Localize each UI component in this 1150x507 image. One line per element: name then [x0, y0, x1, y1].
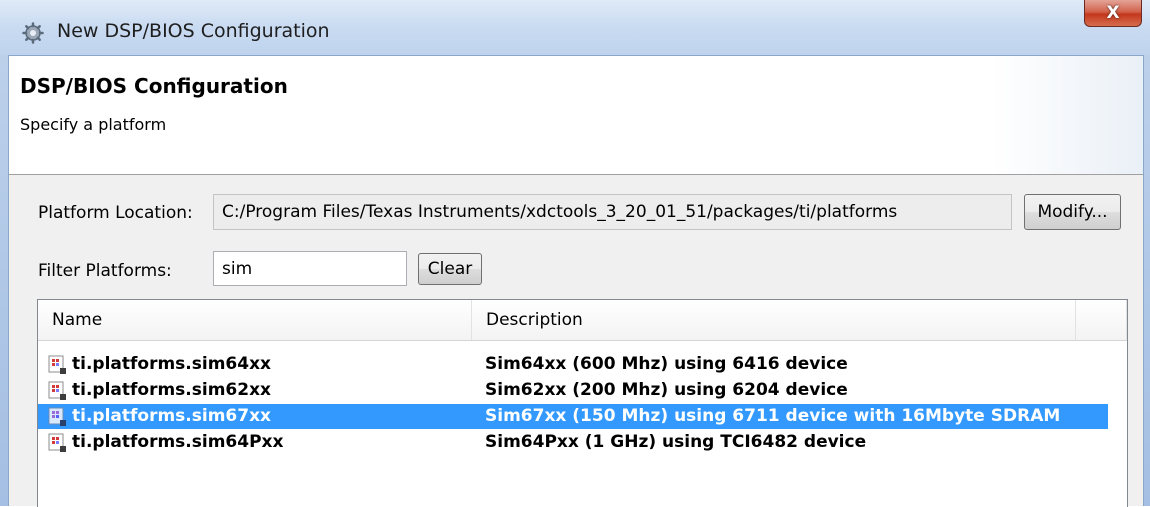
table-row[interactable]: ti.platforms.sim64Pxx Sim64Pxx (1 GHz) u…: [38, 430, 1108, 455]
close-icon: X: [1106, 3, 1120, 23]
close-button[interactable]: X: [1084, 0, 1142, 27]
platform-location-field: C:/Program Files/Texas Instruments/xdcto…: [213, 194, 1012, 230]
dialog-client-area: DSP/BIOS Configuration Specify a platfor…: [8, 55, 1144, 507]
row-description: Sim64xx (600 Mhz) using 6416 device: [485, 354, 848, 374]
row-description: Sim64Pxx (1 GHz) using TCI6482 device: [485, 432, 867, 452]
row-description: Sim67xx (150 Mhz) using 6711 device with…: [485, 406, 1061, 426]
window-title: New DSP/BIOS Configuration: [57, 20, 330, 42]
platform-icon: [48, 381, 66, 400]
row-name: ti.platforms.sim64xx: [72, 354, 272, 374]
platform-icon: [48, 433, 66, 452]
row-name: ti.platforms.sim62xx: [72, 380, 272, 400]
table-row-selected[interactable]: ti.platforms.sim67xx Sim67xx (150 Mhz) u…: [38, 404, 1108, 429]
column-header-name[interactable]: Name: [38, 300, 472, 340]
page-subtitle: Specify a platform: [20, 115, 167, 134]
table-header: Name Description: [38, 300, 1127, 341]
platform-location-label: Platform Location:: [38, 203, 193, 223]
table-row[interactable]: ti.platforms.sim64xx Sim64xx (600 Mhz) u…: [38, 352, 1108, 377]
platform-icon: [48, 355, 66, 374]
title-bar[interactable]: New DSP/BIOS Configuration X: [0, 0, 1150, 55]
app-gear-icon: [22, 22, 44, 44]
filter-platforms-label: Filter Platforms:: [38, 261, 172, 281]
row-name: ti.platforms.sim64Pxx: [72, 432, 284, 452]
page-title: DSP/BIOS Configuration: [20, 74, 288, 98]
dialog-window: New DSP/BIOS Configuration X DSP/BIOS Co…: [0, 0, 1150, 507]
filter-platforms-input[interactable]: sim: [213, 251, 407, 286]
column-header-filler: [1076, 300, 1127, 340]
modify-button[interactable]: Modify...: [1024, 194, 1121, 230]
row-description: Sim62xx (200 Mhz) using 6204 device: [485, 380, 848, 400]
window-frame-right: [1144, 55, 1150, 506]
platform-icon: [48, 407, 66, 426]
table-row[interactable]: ti.platforms.sim62xx Sim62xx (200 Mhz) u…: [38, 378, 1108, 403]
wizard-header: DSP/BIOS Configuration Specify a platfor…: [9, 56, 1143, 175]
platforms-table: Name Description ti.platforms.sim64xx Si…: [37, 299, 1128, 507]
clear-button[interactable]: Clear: [418, 253, 482, 285]
row-name: ti.platforms.sim67xx: [72, 406, 272, 426]
header-banner-shade: [993, 56, 1143, 174]
column-header-description[interactable]: Description: [472, 300, 1076, 340]
window-frame-left: [0, 55, 8, 506]
